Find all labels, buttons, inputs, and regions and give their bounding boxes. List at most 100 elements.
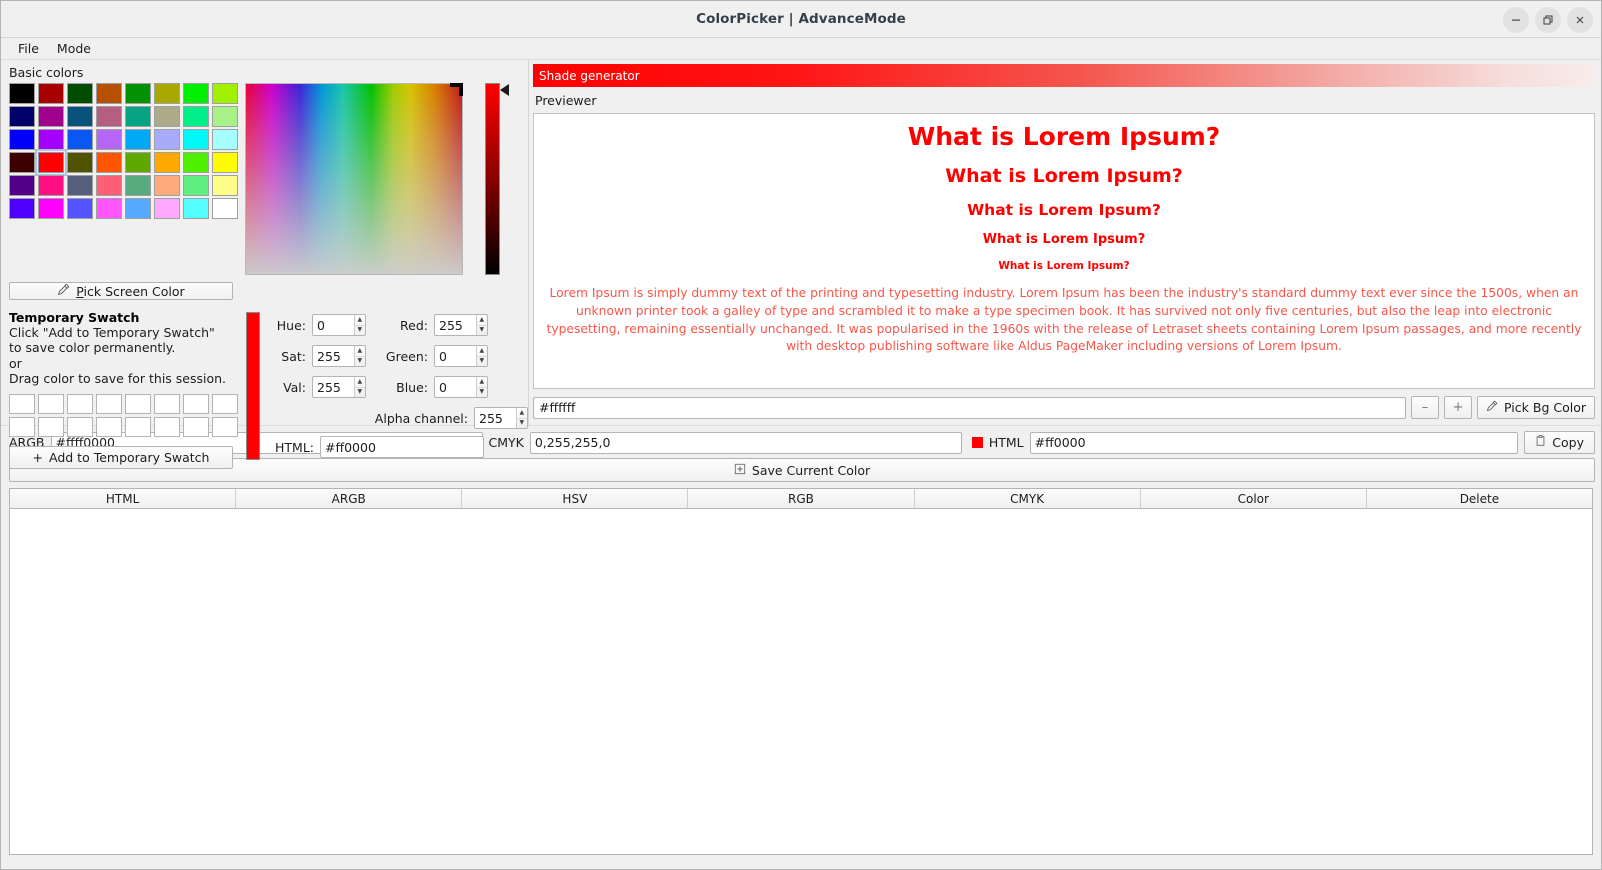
basic-color-swatch[interactable] — [154, 175, 180, 196]
temporary-swatch-slot[interactable] — [9, 394, 35, 414]
temporary-swatch-slot[interactable] — [212, 417, 238, 437]
red-spin-down[interactable]: ▼ — [477, 326, 488, 336]
basic-color-swatch[interactable] — [212, 175, 238, 196]
alpha-spin-down[interactable]: ▼ — [517, 419, 528, 429]
hue-spin-up[interactable]: ▲ — [354, 315, 365, 326]
alpha-input[interactable] — [475, 408, 516, 428]
temporary-swatch-slot[interactable] — [125, 417, 151, 437]
basic-color-swatch[interactable] — [183, 106, 209, 127]
green-input[interactable] — [435, 346, 476, 366]
restore-button[interactable] — [1535, 7, 1561, 33]
temporary-swatch-slot[interactable] — [67, 394, 93, 414]
basic-color-swatch[interactable] — [96, 129, 122, 150]
table-column-header[interactable]: ARGB — [236, 489, 463, 509]
copy-button[interactable]: Copy — [1524, 431, 1595, 454]
basic-color-swatch[interactable] — [154, 106, 180, 127]
basic-color-swatch[interactable] — [9, 106, 35, 127]
basic-color-swatch[interactable] — [96, 175, 122, 196]
basic-color-swatch[interactable] — [96, 83, 122, 104]
temporary-swatch-slot[interactable] — [96, 394, 122, 414]
alpha-spin-buttons[interactable]: ▲ ▼ — [515, 408, 528, 429]
basic-color-swatch[interactable] — [183, 175, 209, 196]
basic-color-swatch[interactable] — [212, 198, 238, 219]
basic-color-swatch[interactable] — [9, 129, 35, 150]
basic-color-swatch[interactable] — [154, 198, 180, 219]
basic-color-swatch[interactable] — [183, 83, 209, 104]
hue-spin-down[interactable]: ▼ — [355, 326, 366, 336]
html-input[interactable] — [320, 436, 484, 458]
sat-spin-buttons[interactable]: ▲ ▼ — [353, 346, 366, 367]
basic-color-swatch[interactable] — [125, 198, 151, 219]
table-column-header[interactable]: CMYK — [914, 489, 1141, 509]
alpha-spin-up[interactable]: ▲ — [516, 408, 527, 419]
green-stepper[interactable]: ▲▼ — [434, 345, 488, 367]
basic-color-swatch[interactable] — [9, 175, 35, 196]
menu-item-mode[interactable]: Mode — [48, 39, 100, 58]
alpha-stepper[interactable]: ▲▼ — [474, 407, 528, 429]
value-slider-handle[interactable] — [500, 84, 509, 96]
temporary-swatch-slot[interactable] — [154, 394, 180, 414]
blue-spin-down[interactable]: ▼ — [477, 388, 488, 398]
basic-color-swatch[interactable] — [212, 83, 238, 104]
temporary-swatch-slot[interactable] — [9, 417, 35, 437]
table-column-header[interactable]: HSV — [462, 489, 689, 509]
basic-color-swatch[interactable] — [38, 106, 64, 127]
basic-color-swatch[interactable] — [154, 152, 180, 173]
basic-color-swatch[interactable] — [212, 106, 238, 127]
pick-bg-color-button[interactable]: Pick Bg Color — [1477, 396, 1595, 419]
val-spin-up[interactable]: ▲ — [354, 377, 365, 388]
val-spin-down[interactable]: ▼ — [355, 388, 366, 398]
val-input[interactable] — [313, 377, 354, 397]
sat-spin-down[interactable]: ▼ — [355, 357, 366, 367]
basic-color-swatch[interactable] — [125, 175, 151, 196]
blue-spin-up[interactable]: ▲ — [476, 377, 487, 388]
blue-input[interactable] — [435, 377, 476, 397]
basic-color-swatch[interactable] — [9, 198, 35, 219]
basic-color-swatch[interactable] — [183, 152, 209, 173]
temporary-swatch-slots[interactable] — [9, 394, 238, 437]
minimize-button[interactable] — [1503, 7, 1529, 33]
red-spin-buttons[interactable]: ▲ ▼ — [475, 315, 488, 336]
val-stepper[interactable]: ▲▼ — [312, 376, 366, 398]
val-spin-buttons[interactable]: ▲ ▼ — [353, 377, 366, 398]
basic-color-swatch[interactable] — [125, 129, 151, 150]
basic-color-swatch[interactable] — [9, 152, 35, 173]
menu-item-file[interactable]: File — [9, 39, 48, 58]
temporary-swatch-slot[interactable] — [38, 394, 64, 414]
background-increase-button[interactable]: + — [1444, 396, 1473, 419]
basic-color-swatch[interactable] — [96, 152, 122, 173]
table-body[interactable] — [10, 509, 1592, 854]
basic-color-swatch[interactable] — [212, 152, 238, 173]
add-to-temporary-swatch-button[interactable]: + Add to Temporary Swatch — [9, 446, 233, 469]
green-spin-buttons[interactable]: ▲ ▼ — [475, 346, 487, 366]
red-spin-up[interactable]: ▲ — [476, 315, 487, 326]
hue-spin-buttons[interactable]: ▲ ▼ — [353, 315, 366, 336]
temporary-swatch-slot[interactable] — [96, 417, 122, 437]
basic-color-swatch[interactable] — [125, 83, 151, 104]
basic-color-swatch[interactable] — [35, 149, 67, 176]
cmyk-input[interactable] — [529, 431, 962, 454]
basic-color-swatch[interactable] — [38, 129, 64, 150]
basic-color-swatch[interactable] — [9, 83, 35, 104]
hue-stepper[interactable]: ▲▼ — [312, 314, 366, 336]
shade-generator-bar[interactable]: Shade generator — [533, 64, 1595, 87]
basic-color-swatch[interactable] — [183, 129, 209, 150]
basic-color-swatch[interactable] — [125, 106, 151, 127]
table-column-header[interactable]: Delete — [1366, 489, 1592, 509]
blue-spin-buttons[interactable]: ▲ ▼ — [475, 377, 488, 398]
sat-input[interactable] — [313, 346, 354, 366]
basic-color-swatch[interactable] — [154, 129, 180, 150]
basic-color-swatch[interactable] — [67, 175, 93, 196]
table-column-header[interactable]: RGB — [688, 489, 915, 509]
hue-input[interactable] — [313, 315, 354, 335]
table-column-header[interactable]: HTML — [10, 489, 237, 509]
red-stepper[interactable]: ▲▼ — [434, 314, 488, 336]
sat-spin-up[interactable]: ▲ — [354, 346, 365, 357]
background-color-input[interactable] — [533, 396, 1407, 419]
basic-color-swatch[interactable] — [38, 83, 64, 104]
basic-color-swatch[interactable] — [67, 83, 93, 104]
pick-screen-color-button[interactable]: Pick Screen Color — [9, 282, 233, 300]
blue-stepper[interactable]: ▲▼ — [434, 376, 488, 398]
sat-stepper[interactable]: ▲▼ — [312, 345, 366, 367]
green-spin-up[interactable]: ▲ — [476, 346, 487, 357]
